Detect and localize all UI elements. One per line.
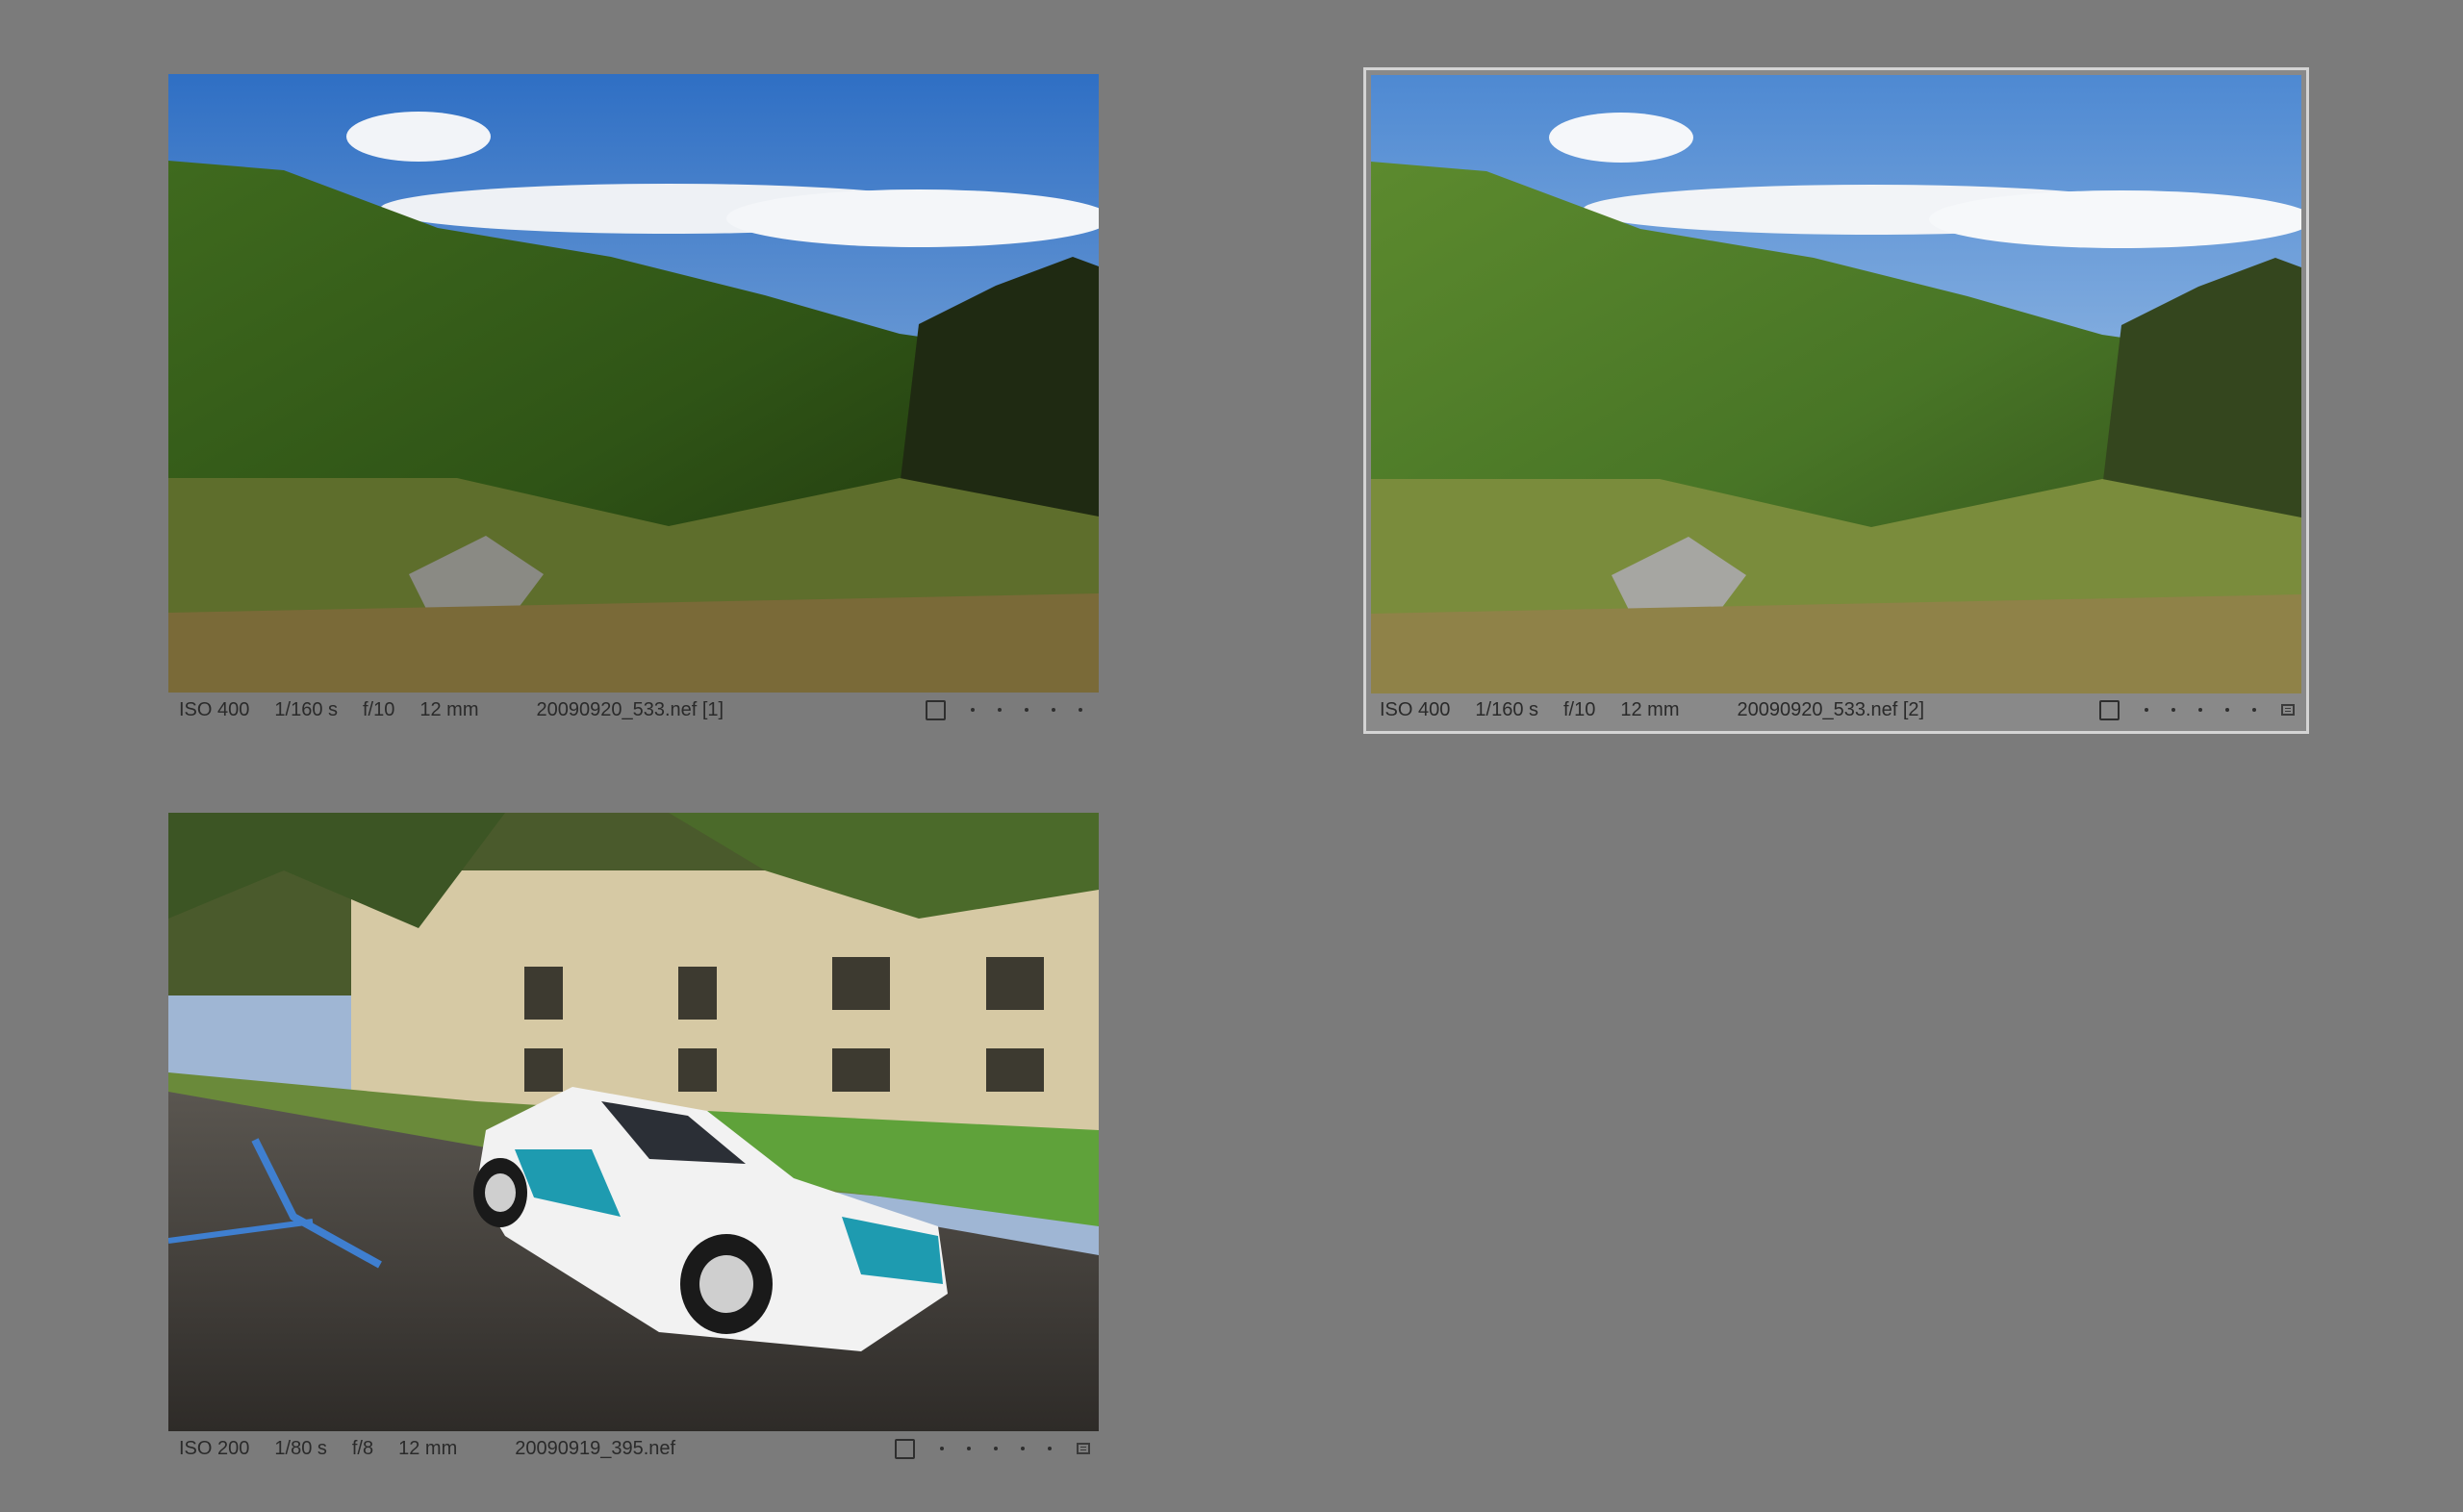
focal-length-value: 12 mm: [1620, 698, 1680, 720]
thumbnail-image[interactable]: [1371, 75, 2301, 693]
star-2-icon[interactable]: [998, 708, 1002, 712]
landscape-image: [1371, 75, 2301, 693]
star-3-icon[interactable]: [994, 1447, 998, 1450]
iso-value: ISO 200: [179, 1437, 250, 1459]
star-5-icon[interactable]: [1048, 1447, 1052, 1450]
star-2-icon[interactable]: [967, 1447, 971, 1450]
rating-controls: [2099, 691, 2295, 729]
aperture-value: f/10: [1563, 698, 1596, 720]
star-1-icon[interactable]: [2145, 708, 2148, 712]
lighttable-grid: ISO 400 1/160 s f/10 12 mm 20090920_533.…: [0, 0, 2463, 1512]
star-1-icon[interactable]: [971, 708, 975, 712]
altered-icon[interactable]: [2281, 704, 2295, 716]
aperture-value: f/8: [351, 1437, 374, 1459]
thumbnail-image[interactable]: [168, 813, 1099, 1431]
star-1-icon[interactable]: [940, 1447, 944, 1450]
filename: 20090919_395.nef: [515, 1437, 676, 1459]
star-5-icon[interactable]: [1079, 708, 1082, 712]
shutter-value: 1/160 s: [274, 698, 338, 720]
thumbnail-1[interactable]: ISO 400 1/160 s f/10 12 mm 20090920_533.…: [154, 65, 1116, 739]
star-4-icon[interactable]: [1021, 1447, 1025, 1450]
iso-value: ISO 400: [179, 698, 250, 720]
star-5-icon[interactable]: [2252, 708, 2256, 712]
aperture-value: f/10: [363, 698, 395, 720]
rating-controls: [926, 691, 1094, 729]
landscape-image: [168, 74, 1099, 693]
rally-car-image: [168, 813, 1099, 1431]
thumbnail-image[interactable]: [168, 74, 1099, 693]
star-2-icon[interactable]: [2171, 708, 2175, 712]
shutter-value: 1/80 s: [274, 1437, 327, 1459]
reject-icon[interactable]: [895, 1438, 915, 1459]
star-4-icon[interactable]: [2225, 708, 2229, 712]
filename: 20090920_533.nef [2]: [1737, 698, 1925, 720]
reject-icon[interactable]: [2099, 699, 2120, 720]
thumbnail-metadata: ISO 200 1/80 s f/8 12 mm 20090919_395.ne…: [179, 1429, 675, 1468]
reject-icon[interactable]: [926, 699, 946, 720]
star-3-icon[interactable]: [2198, 708, 2202, 712]
thumbnail-metadata: ISO 400 1/160 s f/10 12 mm 20090920_533.…: [179, 691, 724, 729]
thumbnail-2[interactable]: ISO 400 1/160 s f/10 12 mm 20090920_533.…: [1363, 67, 2309, 734]
filename: 20090920_533.nef [1]: [536, 698, 724, 720]
star-3-icon[interactable]: [1025, 708, 1028, 712]
rating-controls: [895, 1429, 1090, 1468]
focal-length-value: 12 mm: [419, 698, 479, 720]
thumbnail-metadata: ISO 400 1/160 s f/10 12 mm 20090920_533.…: [1380, 691, 1924, 729]
star-4-icon[interactable]: [1052, 708, 1055, 712]
thumbnail-3[interactable]: ISO 200 1/80 s f/8 12 mm 20090919_395.ne…: [154, 804, 1116, 1477]
iso-value: ISO 400: [1380, 698, 1451, 720]
shutter-value: 1/160 s: [1475, 698, 1538, 720]
focal-length-value: 12 mm: [398, 1437, 458, 1459]
altered-icon[interactable]: [1077, 1443, 1090, 1454]
